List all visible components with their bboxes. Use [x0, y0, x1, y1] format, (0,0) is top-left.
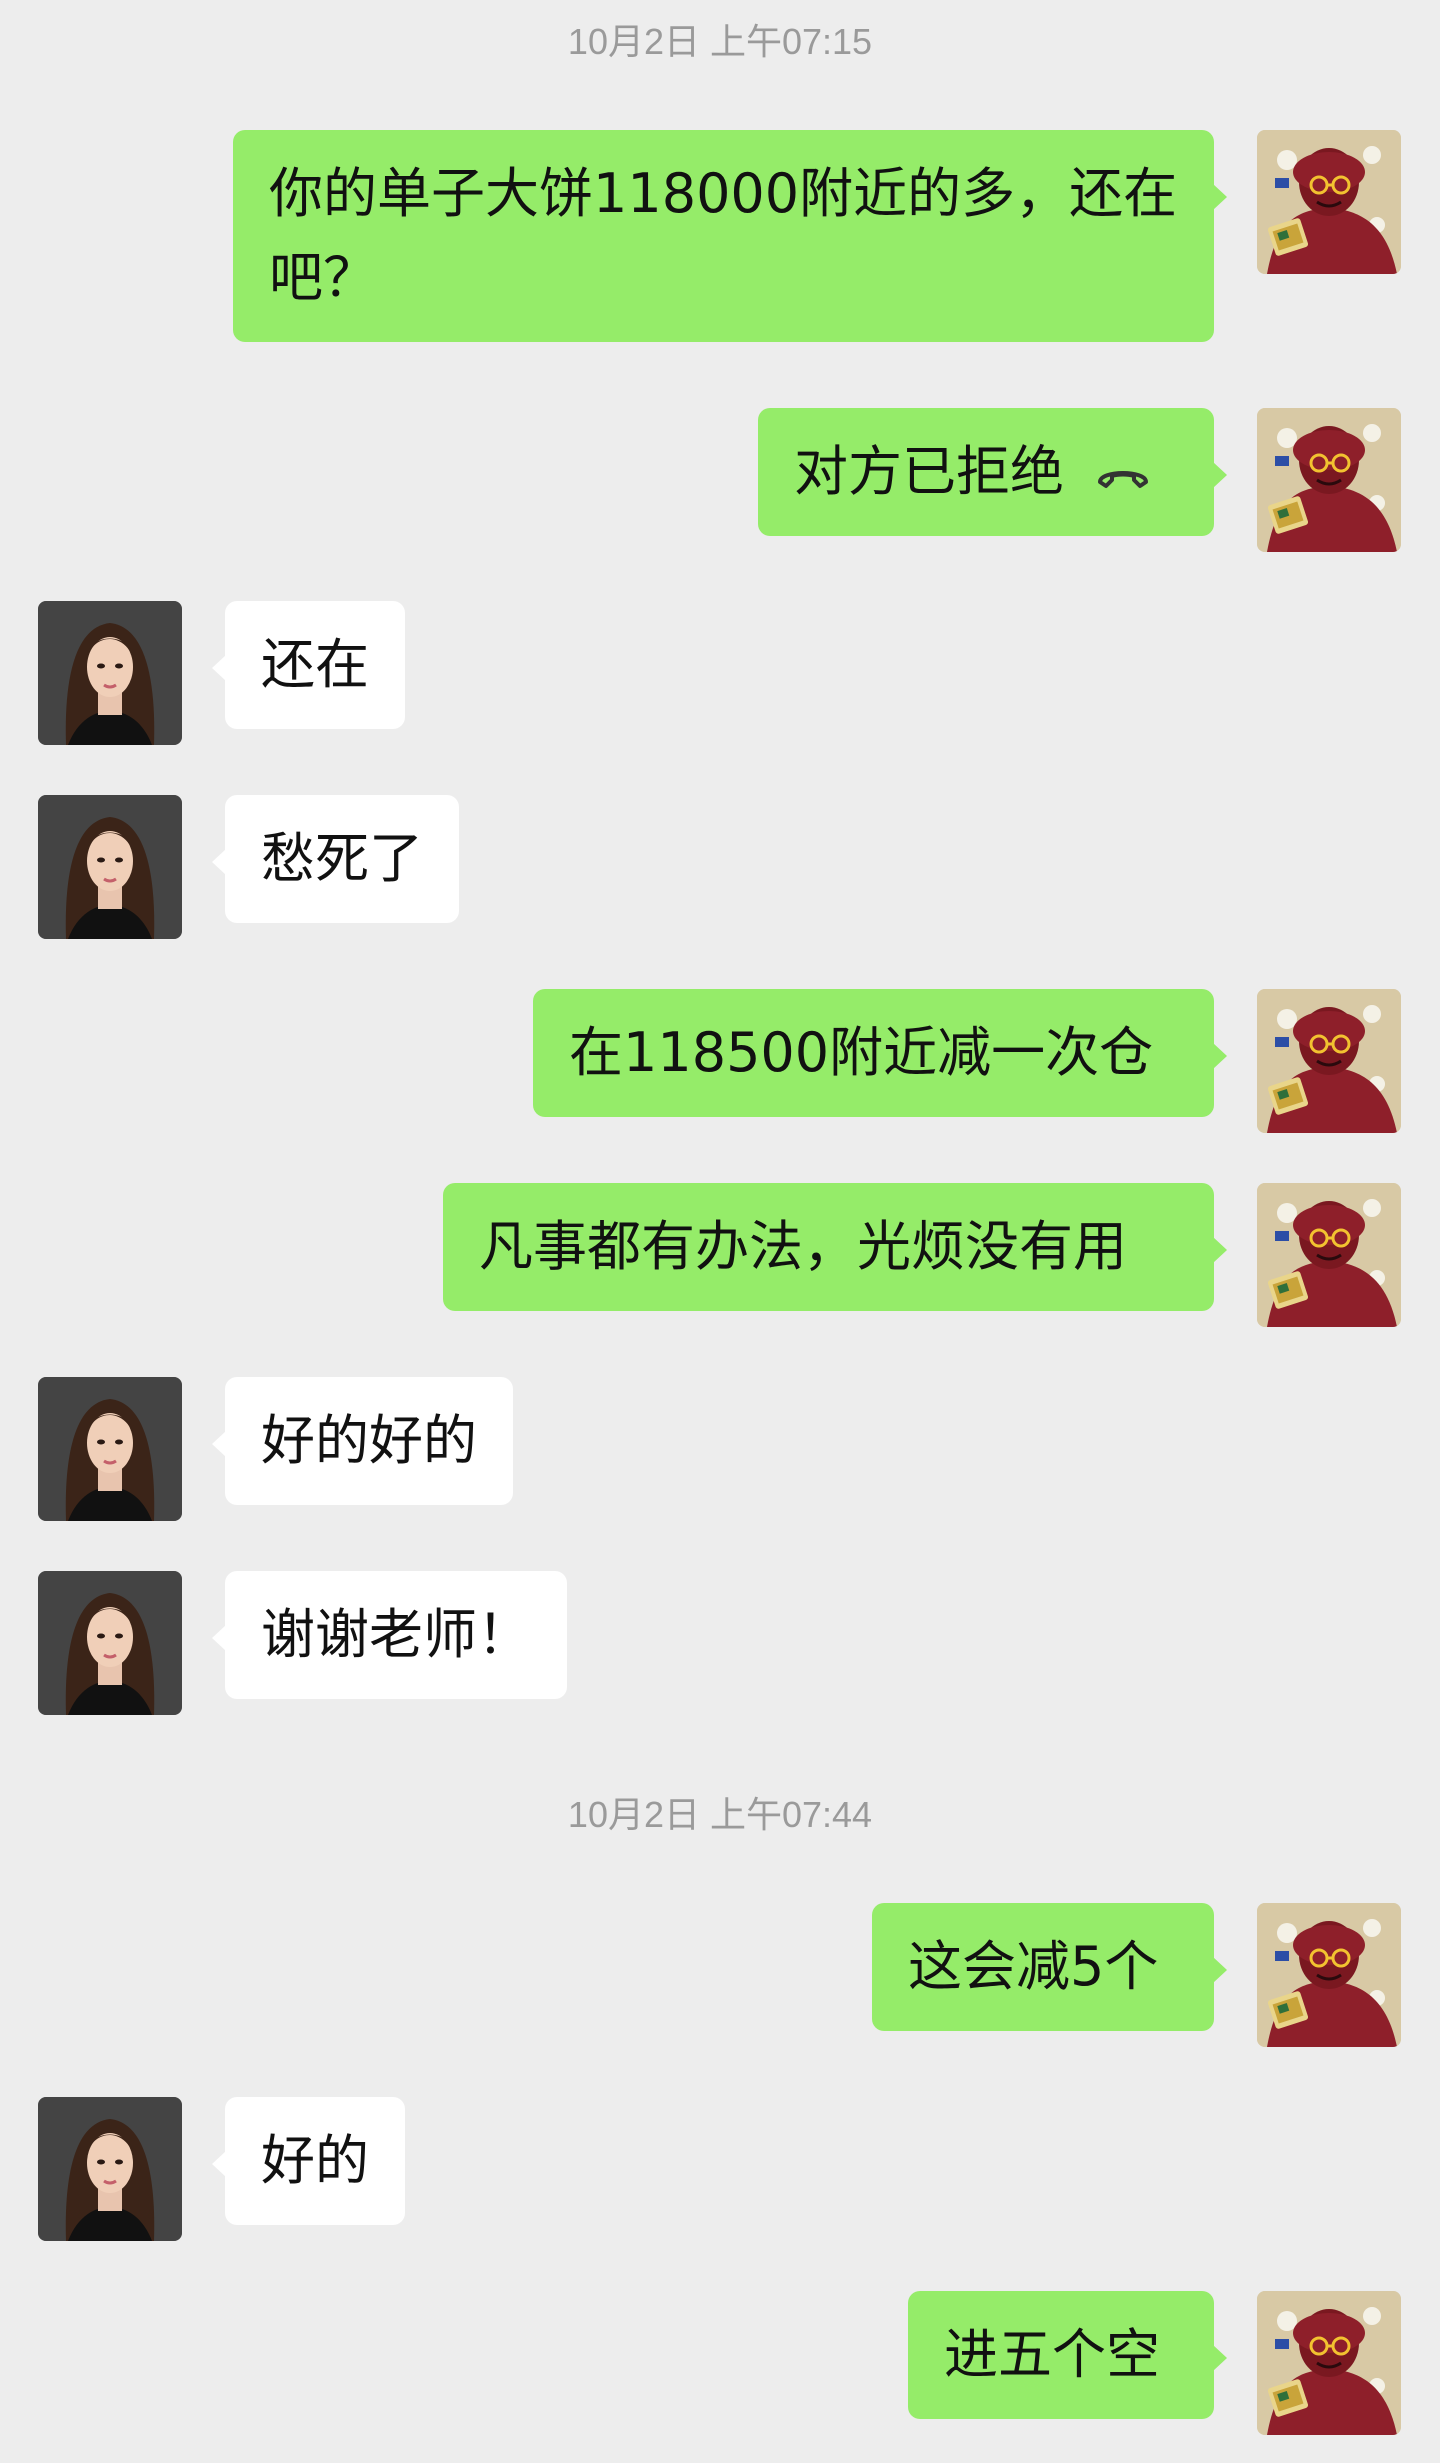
- their-message-bubble[interactable]: 愁死了: [212, 795, 459, 923]
- their-message-bubble[interactable]: 谢谢老师！: [212, 1571, 567, 1699]
- contact-avatar[interactable]: [38, 1377, 182, 1521]
- timestamp: 10月2日 上午07:15: [567, 21, 873, 62]
- my-avatar[interactable]: [1257, 2291, 1401, 2435]
- contact-avatar[interactable]: [38, 795, 182, 939]
- contact-avatar[interactable]: [38, 601, 182, 745]
- my-avatar[interactable]: [1257, 1903, 1401, 2047]
- my-message-bubble[interactable]: 你的单子大饼118000附近的多，还在吧？: [233, 130, 1227, 342]
- declined-call-bubble[interactable]: 对方已拒绝: [758, 408, 1227, 536]
- my-avatar[interactable]: [1257, 1183, 1401, 1327]
- their-message-bubble[interactable]: 好的好的: [212, 1377, 513, 1505]
- my-avatar[interactable]: [1257, 408, 1401, 552]
- phone-hangup-icon: [1098, 471, 1148, 489]
- contact-avatar[interactable]: [38, 1571, 182, 1715]
- my-message-bubble[interactable]: 在118500附近减一次仓: [533, 989, 1227, 1117]
- contact-avatar[interactable]: [38, 2097, 182, 2241]
- call-status-label: 对方已拒绝: [794, 440, 1064, 503]
- timestamp: 10月2日 上午07:44: [567, 1794, 873, 1835]
- my-message-bubble[interactable]: 这会减5个: [872, 1903, 1227, 2031]
- my-avatar[interactable]: [1257, 130, 1401, 274]
- my-message-bubble[interactable]: 进五个空: [908, 2291, 1227, 2419]
- my-avatar[interactable]: [1257, 989, 1401, 1133]
- their-message-bubble[interactable]: 还在: [212, 601, 405, 729]
- chat-area: 10月2日 上午07:15 你的单子大饼118000附近的多，还在吧？ 对方已拒…: [0, 0, 1440, 2463]
- their-message-bubble[interactable]: 好的: [212, 2097, 405, 2225]
- my-message-bubble[interactable]: 凡事都有办法，光烦没有用: [443, 1183, 1227, 1311]
